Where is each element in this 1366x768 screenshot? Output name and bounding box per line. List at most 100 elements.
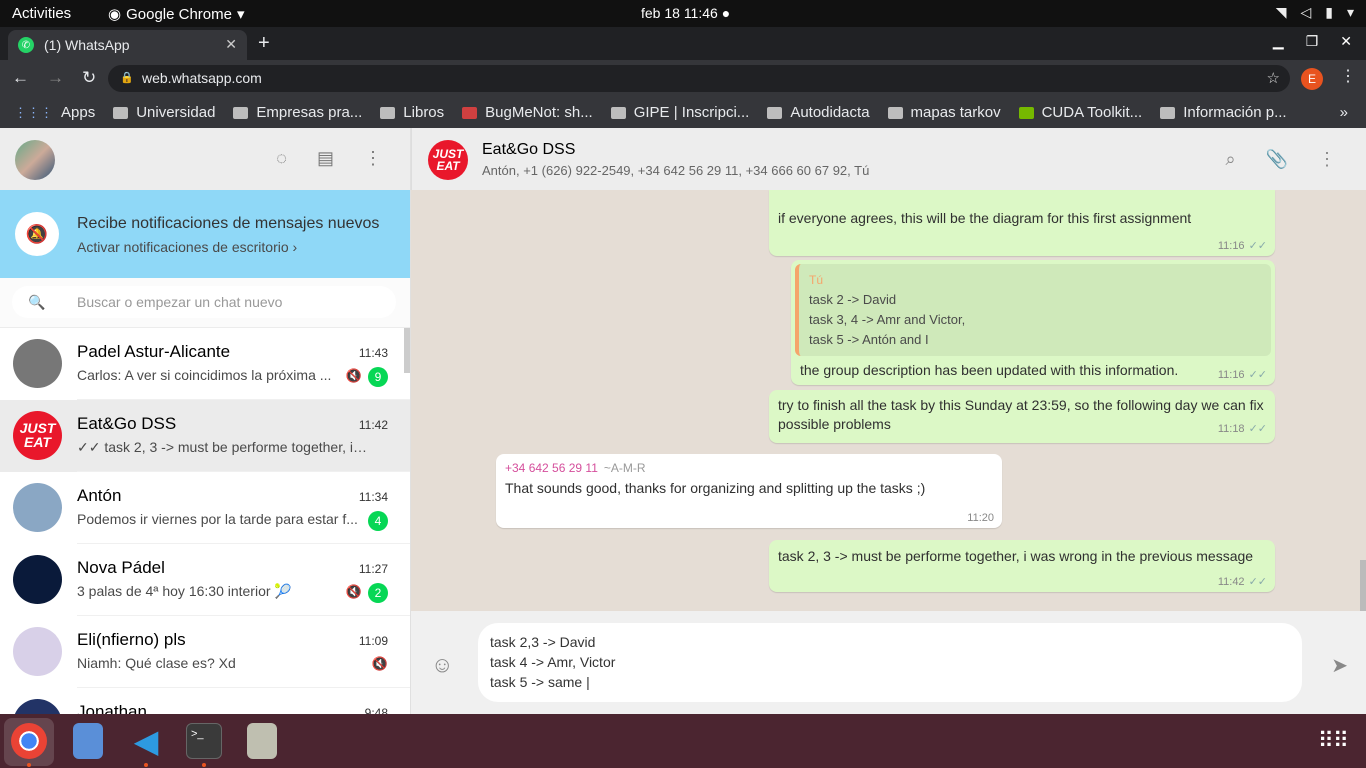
search-input[interactable]: 🔍 Buscar o empezar un chat nuevo xyxy=(12,286,396,318)
chat-list-item[interactable]: Antón 11:34 Podemos ir viernes por la tard… xyxy=(0,472,410,544)
clock[interactable]: feb 18 11:46 ● xyxy=(641,5,730,21)
files-dock-icon[interactable] xyxy=(73,723,103,759)
reload-icon[interactable]: ↻ xyxy=(82,68,96,88)
bookmark-item[interactable]: Libros xyxy=(380,104,444,121)
bookmark-label: Libros xyxy=(403,104,445,121)
message-bubble[interactable]: task 2, 3 -> must be performe together, … xyxy=(769,540,1275,592)
chat-list-scrollbar[interactable] xyxy=(404,328,410,373)
message-time: 11:18 ✓✓ xyxy=(1217,423,1267,435)
new-tab-button[interactable]: + xyxy=(258,32,270,55)
minimize-icon[interactable]: ▁ xyxy=(1273,33,1284,50)
activities-button[interactable]: Activities xyxy=(12,5,71,22)
maximize-icon[interactable]: ❐ xyxy=(1306,33,1319,50)
app-menu[interactable]: ◉ Google Chrome ▾ xyxy=(108,5,245,24)
bookmark-item[interactable]: Información p... xyxy=(1160,104,1287,121)
notification-banner[interactable]: 🔕 Recibe notificaciones de mensajes nuev… xyxy=(0,190,410,278)
browser-toolbar: ← → ↻ 🔒 web.whatsapp.com ☆ xyxy=(0,60,1366,97)
quote-author: Tú xyxy=(809,273,824,287)
chrome-icon: ◉ xyxy=(108,6,122,23)
unread-badge: 2 xyxy=(368,583,388,603)
bookmark-item[interactable]: CUDA Toolkit... xyxy=(1018,104,1142,121)
chat-name: Eli(nfierno) pls xyxy=(77,630,186,649)
chat-list-item[interactable]: JUST EAT Eat&Go DSS 11:42 ✓✓ task 2, 3 -> mu… xyxy=(0,400,410,472)
lock-icon[interactable]: 🔒 xyxy=(120,65,134,92)
enable-notifications-link[interactable]: Activar notificaciones de escritorio › xyxy=(77,239,297,255)
conversation-header[interactable]: JUST EAT Eat&Go DSS Antón, +1 (626) 922-2… xyxy=(411,128,1366,190)
whatsapp-favicon-icon: ✆ xyxy=(18,37,34,53)
menu-icon[interactable]: ⋮ xyxy=(364,148,382,169)
folder-icon xyxy=(767,106,783,119)
terminal-dock-icon[interactable]: >_ xyxy=(186,723,222,759)
gipe-icon xyxy=(610,106,626,119)
status-icon[interactable]: ◌ xyxy=(276,148,287,169)
chat-list-item[interactable]: Padel Astur-Alicante 11:43 Carlos: A ver s… xyxy=(0,328,410,400)
notification-title: Recibe notificaciones de mensajes nuevos xyxy=(77,215,380,232)
send-icon[interactable]: ➤ xyxy=(1331,653,1348,678)
bookmarks-bar: ⋮⋮⋮ Apps Universidad Empresas pra... Libros B… xyxy=(0,97,1366,128)
muted-icon: 🔇 xyxy=(371,656,388,671)
taskbar-dock: ◀ >_ ⠿⠿ xyxy=(0,714,1366,768)
bookmark-item[interactable]: BugMeNot: sh... xyxy=(462,104,593,121)
forward-icon[interactable]: → xyxy=(47,68,64,88)
message-bubble[interactable]: if everyone agrees, this will be the dia… xyxy=(769,190,1275,256)
chrome-dock-icon[interactable] xyxy=(11,723,47,759)
folder-icon xyxy=(233,106,249,119)
chat-name: Antón xyxy=(77,486,122,505)
message-bubble[interactable]: try to finish all the task by this Sunda… xyxy=(769,390,1275,443)
double-check-icon: ✓✓ xyxy=(1248,423,1267,435)
unread-badge: 9 xyxy=(368,367,388,387)
chat-avatar xyxy=(13,339,62,388)
my-avatar[interactable] xyxy=(15,140,55,180)
search-icon: 🔍 xyxy=(28,294,46,310)
chat-avatar xyxy=(13,627,62,676)
attach-icon[interactable]: 📎 xyxy=(1266,149,1288,170)
show-apps-icon[interactable]: ⠿⠿ xyxy=(1318,728,1349,754)
chat-time: 11:34 xyxy=(358,490,388,504)
message-text: if everyone agrees, this will be the dia… xyxy=(778,210,1192,226)
vscode-dock-icon[interactable]: ◀ xyxy=(128,723,164,759)
chat-list-item[interactable]: Eli(nfierno) pls 11:09 Niamh: Qué clase es… xyxy=(0,616,410,688)
chat-avatar xyxy=(13,555,62,604)
draft-line: task 2,3 -> David xyxy=(490,634,596,650)
bookmark-item[interactable]: GIPE | Inscripci... xyxy=(610,104,749,121)
message-text: the group description has been updated w… xyxy=(800,362,1179,378)
more-bookmarks-icon[interactable]: » xyxy=(1340,104,1348,121)
draft-line: task 4 -> Amr, Victor xyxy=(490,654,616,670)
conversation-menu-icon[interactable]: ⋮ xyxy=(1318,149,1336,170)
bookmark-item[interactable]: Autodidacta xyxy=(767,104,870,121)
unread-badge: 4 xyxy=(368,511,388,531)
bookmark-item[interactable]: Universidad xyxy=(113,104,215,121)
bookmark-item[interactable]: ⋮⋮⋮ Apps xyxy=(14,104,95,121)
back-icon[interactable]: ← xyxy=(12,68,29,88)
new-chat-icon[interactable]: ▤ xyxy=(317,148,334,169)
tab-whatsapp[interactable]: ✆ (1) WhatsApp ✕ xyxy=(8,30,247,60)
group-avatar[interactable]: JUST EAT xyxy=(428,140,468,180)
bookmark-item[interactable]: mapas tarkov xyxy=(887,104,1001,121)
message-sender[interactable]: +34 642 56 29 11 ~A-M-R xyxy=(505,461,993,475)
spreadsheet-dock-icon[interactable] xyxy=(247,723,277,759)
chat-time: 11:09 xyxy=(358,634,388,648)
wifi-icon: ◥ xyxy=(1275,4,1287,20)
bookmark-star-icon[interactable]: ☆ xyxy=(1267,65,1280,92)
chrome-menu-icon[interactable]: ⋮ xyxy=(1340,66,1356,86)
message-bubble[interactable]: +34 642 56 29 11 ~A-M-R That sounds good,… xyxy=(496,454,1002,528)
close-tab-icon[interactable]: ✕ xyxy=(225,36,237,53)
chat-avatar xyxy=(13,699,62,714)
search-messages-icon[interactable]: ⌕ xyxy=(1225,149,1235,170)
double-check-icon: ✓✓ xyxy=(1248,240,1267,252)
close-window-icon[interactable]: ✕ xyxy=(1340,33,1352,50)
address-bar[interactable]: 🔒 web.whatsapp.com ☆ xyxy=(108,65,1290,92)
system-tray[interactable]: ◥ ◁ ▮ ▾ xyxy=(1276,4,1354,21)
group-name: Eat&Go DSS xyxy=(482,141,576,158)
chat-list-item[interactable]: Jonathan 9:48 xyxy=(0,688,410,714)
message-scrollbar[interactable] xyxy=(1360,560,1366,611)
profile-avatar[interactable]: E xyxy=(1301,68,1323,90)
bookmark-item[interactable]: Empresas pra... xyxy=(233,104,362,121)
chat-list-item[interactable]: Nova Pádel 11:27 3 palas de 4ª hoy 16:30 i… xyxy=(0,544,410,616)
emoji-icon[interactable]: ☺ xyxy=(431,652,453,678)
message-bubble[interactable]: Tú task 2 -> David task 3, 4 -> Amr and … xyxy=(791,260,1275,385)
bookmark-label: Autodidacta xyxy=(790,104,870,121)
message-input[interactable]: task 2,3 -> David task 4 -> Amr, Victor … xyxy=(478,623,1302,702)
quoted-message[interactable]: Tú task 2 -> David task 3, 4 -> Amr and … xyxy=(795,264,1271,356)
chat-preview: ✓✓ task 2, 3 -> must be performe togethe… xyxy=(77,439,367,455)
